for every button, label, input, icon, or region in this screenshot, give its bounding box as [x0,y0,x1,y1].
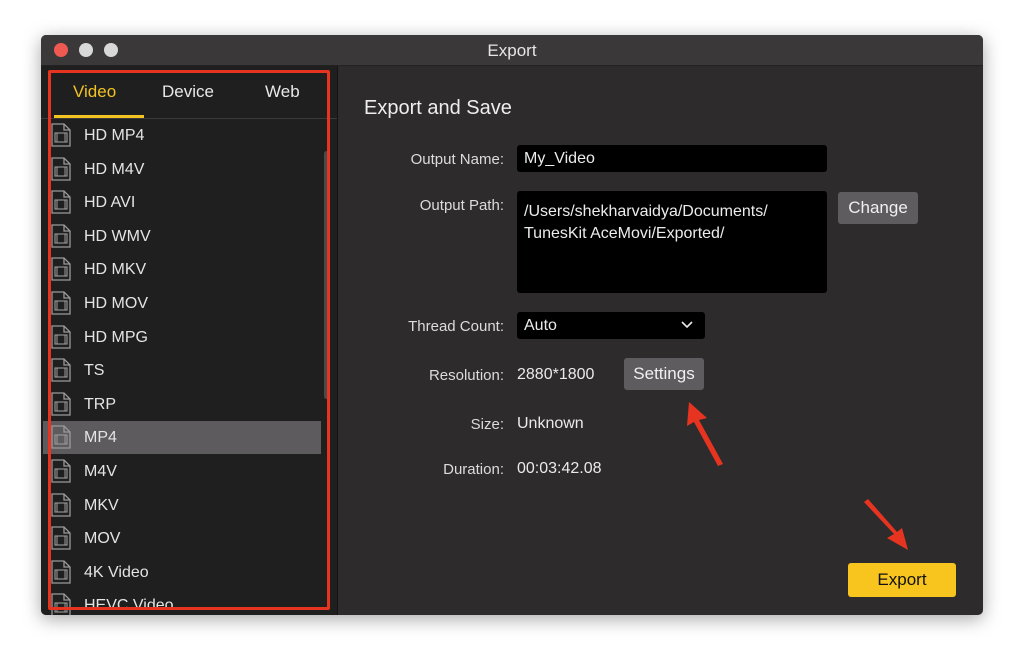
duration-value: 00:03:42.08 [517,460,602,477]
resolution-value: 2880*1800 [517,366,595,383]
duration-label: Duration: [443,461,504,478]
size-label: Size: [470,416,504,433]
title-bar: Export [41,35,983,66]
resolution-settings-button[interactable]: Settings [624,358,704,390]
output-name-field[interactable]: My_Video [517,145,827,172]
size-value: Unknown [517,415,584,432]
annotation-arrow-export [864,499,908,550]
thread-count-select[interactable]: Auto [517,312,705,339]
export-button[interactable]: Export [848,563,956,597]
output-path-line-1: /Users/shekharvaidya/Documents/ [524,203,768,220]
output-path-label: Output Path: [419,197,504,214]
output-path-line-2: TunesKit AceMovi/Exported/ [524,225,725,242]
window-title: Export [487,41,537,60]
resolution-label: Resolution: [428,367,504,384]
output-name-label: Output Name: [410,151,504,168]
thread-count-value: Auto [524,317,557,334]
change-path-button[interactable]: Change [838,192,918,224]
panel-title: Export and Save [364,97,512,119]
annotation-arrow-settings [687,402,723,466]
chevron-down-icon [681,321,693,329]
output-name-value: My_Video [524,150,595,167]
thread-count-label: Thread Count: [408,318,504,335]
annotation-highlight-box [48,70,330,610]
output-path-field[interactable]: /Users/shekharvaidya/Documents/ TunesKit… [517,191,827,293]
